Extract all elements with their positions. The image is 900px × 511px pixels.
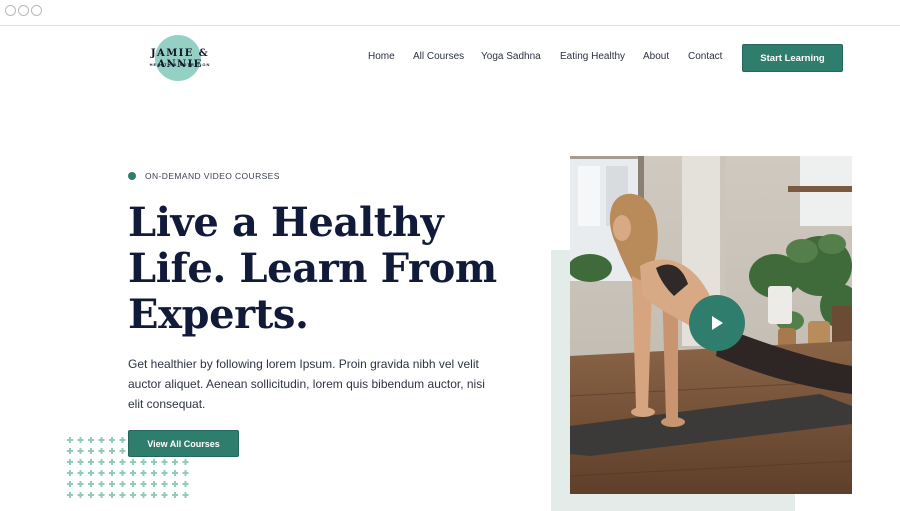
pattern-plus <box>119 481 126 487</box>
pattern-plus <box>151 492 157 498</box>
window-control-dot[interactable] <box>31 5 42 16</box>
pattern-plus <box>119 448 126 454</box>
nav-item-home[interactable]: Home <box>368 51 395 62</box>
nav-item-eating-healthy[interactable]: Eating Healthy <box>560 51 625 62</box>
window-control-dot[interactable] <box>18 5 29 16</box>
pattern-plus <box>109 459 115 465</box>
pattern-plus <box>140 470 147 476</box>
pattern-plus <box>130 492 136 498</box>
pattern-plus <box>67 448 73 454</box>
pattern-plus <box>88 437 94 443</box>
pattern-plus <box>77 448 84 454</box>
pattern-plus <box>88 470 94 476</box>
pattern-plus <box>161 481 168 487</box>
nav-item-about[interactable]: About <box>643 51 669 62</box>
play-video-button[interactable] <box>689 295 745 351</box>
pattern-plus <box>109 448 115 454</box>
pattern-plus <box>109 481 115 487</box>
headline-line: Life. Learn From <box>128 245 497 292</box>
eyebrow-dot-icon <box>128 172 136 180</box>
pattern-plus <box>77 437 84 443</box>
pattern-plus <box>67 437 73 443</box>
pattern-plus <box>161 470 168 476</box>
pattern-plus <box>88 459 94 465</box>
pattern-plus <box>172 470 178 476</box>
pattern-plus <box>67 492 73 498</box>
nav-item-all-courses[interactable]: All Courses <box>413 51 464 62</box>
pattern-plus <box>172 481 178 487</box>
pattern-plus <box>161 492 168 498</box>
hero-eyebrow: ON-DEMAND VIDEO COURSES <box>128 170 280 182</box>
play-icon <box>712 316 723 330</box>
headline-line: Live a Healthy <box>128 199 444 246</box>
pattern-plus <box>140 492 147 498</box>
pattern-plus <box>161 459 168 465</box>
pattern-plus <box>88 448 94 454</box>
nav-item-contact[interactable]: Contact <box>688 51 722 62</box>
pattern-plus <box>109 470 115 476</box>
pattern-plus <box>119 492 126 498</box>
pattern-plus <box>88 481 94 487</box>
pattern-plus <box>151 470 157 476</box>
pattern-plus <box>67 459 73 465</box>
hero-headline: Live a Healthy Life. Learn From Experts. <box>128 200 528 338</box>
pattern-plus <box>67 470 73 476</box>
pattern-plus <box>98 459 105 465</box>
start-learning-button[interactable]: Start Learning <box>742 44 843 72</box>
pattern-plus <box>182 470 189 476</box>
pattern-plus <box>130 459 136 465</box>
pattern-plus <box>151 459 157 465</box>
pattern-plus <box>172 492 178 498</box>
pattern-plus <box>109 437 115 443</box>
hero-description: Get healthier by following lorem Ipsum. … <box>128 357 485 411</box>
pattern-plus <box>182 492 189 498</box>
pattern-plus <box>77 470 84 476</box>
nav-item-yoga-sadhna[interactable]: Yoga Sadhna <box>481 51 541 62</box>
pattern-plus <box>151 481 157 487</box>
pattern-plus <box>119 437 126 443</box>
pattern-plus <box>67 481 73 487</box>
pattern-plus <box>98 448 105 454</box>
pattern-plus <box>88 492 94 498</box>
pattern-plus <box>77 492 84 498</box>
pattern-plus <box>98 492 105 498</box>
window-control-dot[interactable] <box>5 5 16 16</box>
headline-line: Experts. <box>128 291 309 338</box>
pattern-plus <box>77 459 84 465</box>
eyebrow-text: ON-DEMAND VIDEO COURSES <box>145 171 280 181</box>
pattern-plus <box>109 492 115 498</box>
pattern-plus <box>119 470 126 476</box>
view-all-courses-button[interactable]: View All Courses <box>128 430 239 457</box>
pattern-plus <box>182 481 189 487</box>
browser-chrome <box>0 0 900 26</box>
pattern-plus <box>98 481 105 487</box>
pattern-plus <box>140 459 147 465</box>
pattern-plus <box>172 459 178 465</box>
pattern-plus <box>182 459 189 465</box>
pattern-plus <box>98 437 105 443</box>
pattern-plus <box>130 481 136 487</box>
pattern-plus <box>130 470 136 476</box>
pattern-plus <box>140 481 147 487</box>
pattern-plus <box>98 470 105 476</box>
pattern-plus <box>77 481 84 487</box>
pattern-plus <box>119 459 126 465</box>
